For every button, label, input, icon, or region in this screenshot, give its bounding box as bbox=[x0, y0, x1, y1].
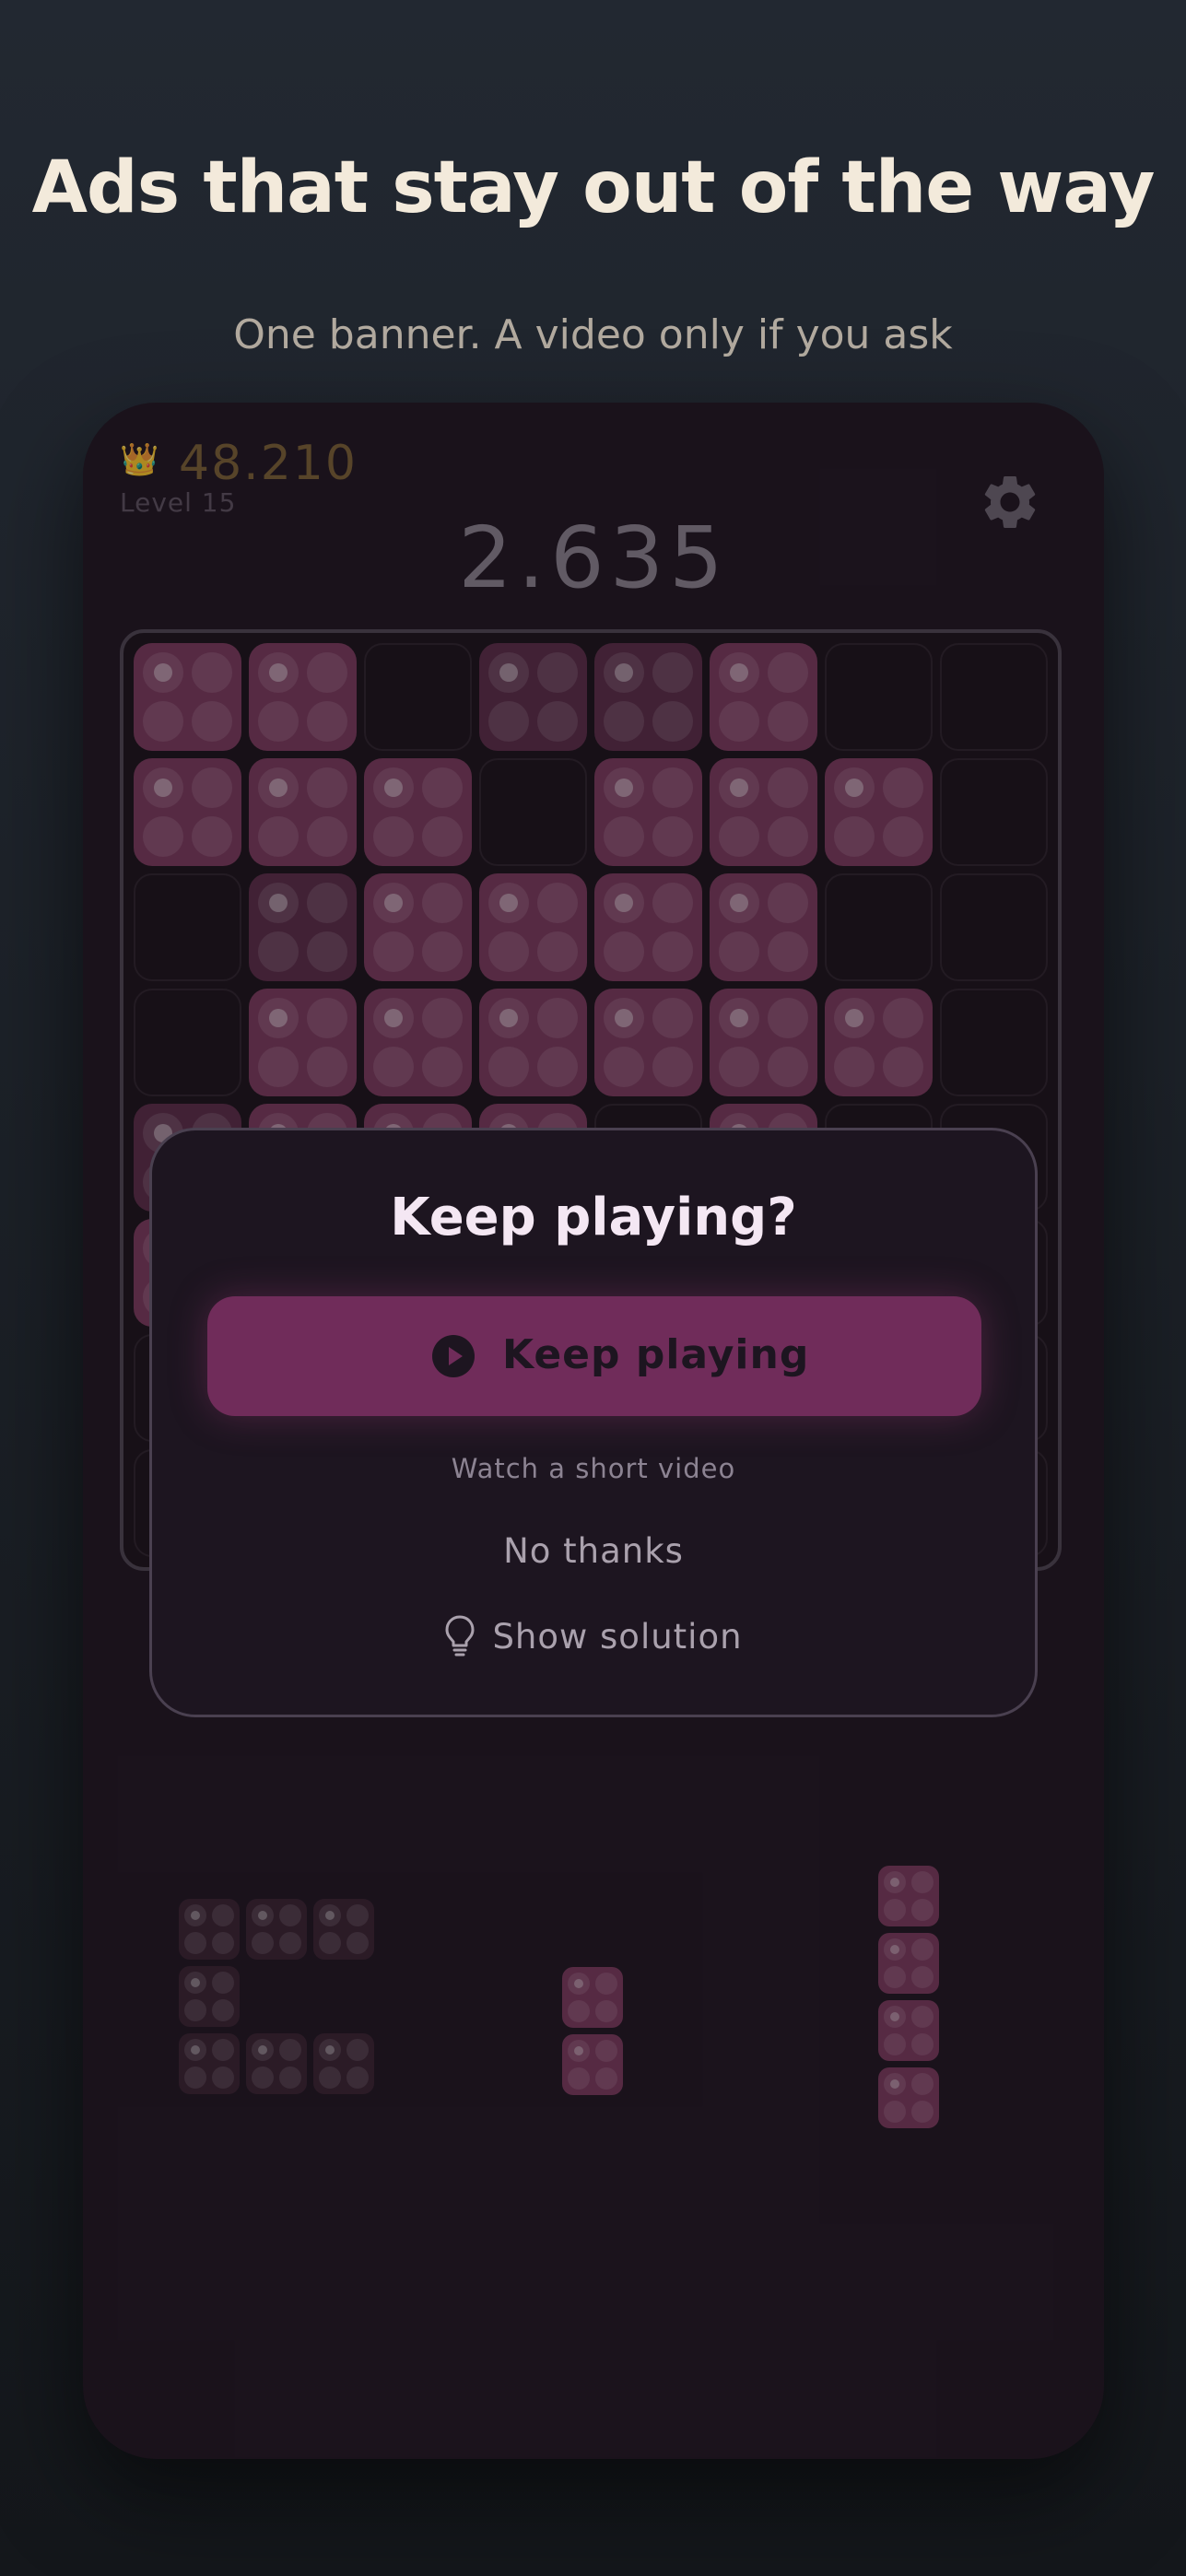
no-thanks-button[interactable]: No thanks bbox=[152, 1531, 1035, 1571]
play-icon bbox=[432, 1335, 475, 1377]
keep-playing-button[interactable]: Keep playing bbox=[207, 1296, 981, 1416]
phone-screen: 👑 48.210 Level 15 2.635 Keep playing? Ke… bbox=[83, 403, 1104, 2459]
show-solution-label: Show solution bbox=[492, 1617, 743, 1657]
lightbulb-icon bbox=[445, 1615, 475, 1656]
keep-playing-dialog: Keep playing? Keep playing Watch a short… bbox=[149, 1128, 1038, 1717]
promo-subhead: One banner. A video only if you ask bbox=[233, 311, 953, 358]
promo-headline: Ads that stay out of the way bbox=[31, 146, 1156, 229]
dialog-title: Keep playing? bbox=[390, 1188, 797, 1247]
video-hint: Watch a short video bbox=[451, 1453, 736, 1484]
keep-playing-label: Keep playing bbox=[502, 1331, 810, 1378]
show-solution-button[interactable]: Show solution bbox=[152, 1615, 1035, 1660]
